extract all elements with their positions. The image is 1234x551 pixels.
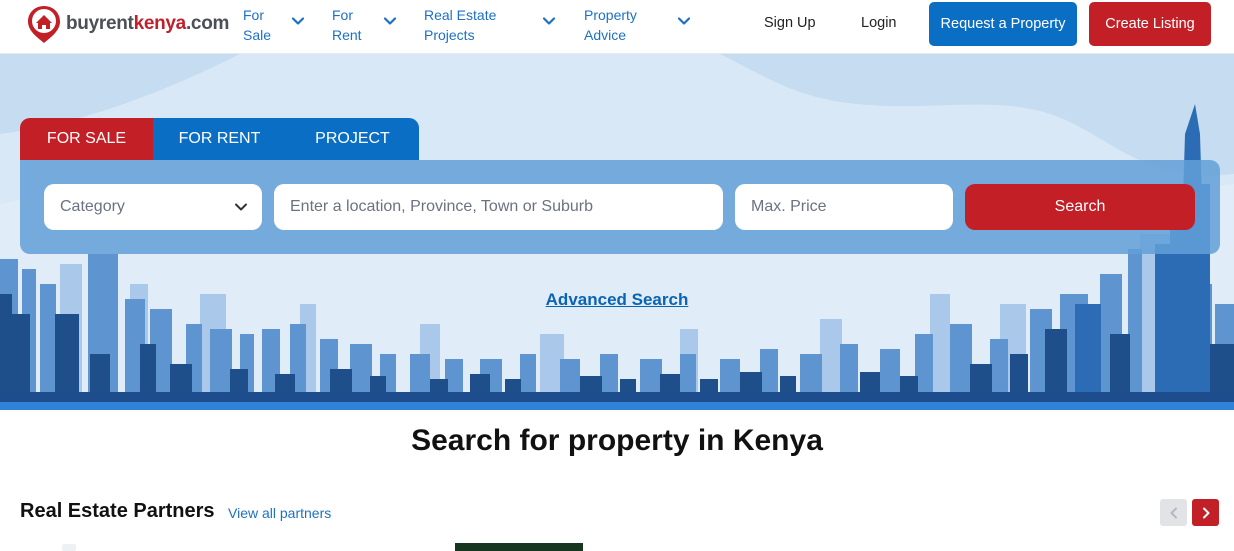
nav-real-estate-projects[interactable]: Real Estate Projects	[424, 5, 496, 45]
login-link[interactable]: Login	[861, 15, 896, 31]
nav-property-advice[interactable]: Property Advice	[584, 5, 637, 45]
logo-pin-icon	[28, 6, 60, 43]
advanced-search-link[interactable]: Advanced Search	[546, 290, 689, 309]
location-input-placeholder: Enter a location, Province, Town or Subu…	[290, 198, 593, 215]
search-button[interactable]: Search	[965, 184, 1195, 230]
carousel-next-button[interactable]	[1192, 499, 1219, 526]
search-panel: Category Enter a location, Province, Tow…	[20, 160, 1220, 254]
max-price-input-placeholder: Max. Price	[751, 198, 827, 215]
page-title: Search for property in Kenya	[411, 424, 823, 457]
chevron-down-icon[interactable]	[383, 14, 397, 28]
request-property-button[interactable]: Request a Property	[929, 2, 1077, 46]
chevron-down-icon[interactable]	[291, 14, 305, 28]
location-input[interactable]: Enter a location, Province, Town or Subu…	[274, 184, 723, 230]
tab-for-sale[interactable]: FOR SALE	[20, 118, 153, 160]
search-tabs: FOR SALE FOR RENT PROJECT	[20, 118, 419, 160]
chevron-down-icon[interactable]	[677, 14, 691, 28]
advanced-search-row: Advanced Search	[0, 290, 1234, 310]
logo-text: buyrentkenya.com	[66, 13, 230, 34]
site-logo[interactable]: buyrentkenya.com	[26, 4, 229, 44]
chevron-left-icon	[1170, 507, 1177, 518]
partner-logo[interactable]	[455, 543, 583, 551]
category-select-value: Category	[60, 198, 125, 215]
chevron-down-icon	[235, 203, 247, 211]
max-price-input[interactable]: Max. Price	[735, 184, 953, 230]
create-listing-button[interactable]: Create Listing	[1089, 2, 1211, 46]
chevron-right-icon	[1202, 507, 1209, 518]
category-select[interactable]: Category	[44, 184, 262, 230]
partners-heading: Real Estate Partners	[20, 500, 215, 522]
nav-real-estate-projects-label: Real Estate Projects	[424, 7, 497, 43]
sign-up-link[interactable]: Sign Up	[764, 15, 816, 31]
nav-for-sale-label: For Sale	[243, 7, 272, 43]
chevron-down-icon[interactable]	[542, 14, 556, 28]
tab-project[interactable]: PROJECT	[286, 118, 419, 160]
site-header: buyrentkenya.com For Sale For Rent Real Es…	[0, 0, 1234, 54]
carousel-prev-button[interactable]	[1160, 499, 1187, 526]
nav-for-sale[interactable]: For Sale	[243, 5, 271, 45]
nav-for-rent[interactable]: For Rent	[332, 5, 362, 45]
partner-logo[interactable]	[62, 544, 76, 551]
view-all-partners-link[interactable]: View all partners	[228, 505, 331, 521]
tab-for-rent[interactable]: FOR RENT	[153, 118, 286, 160]
nav-for-rent-label: For Rent	[332, 7, 362, 43]
hero-section: FOR SALE FOR RENT PROJECT Category Enter…	[0, 54, 1234, 410]
nav-property-advice-label: Property Advice	[584, 7, 637, 43]
